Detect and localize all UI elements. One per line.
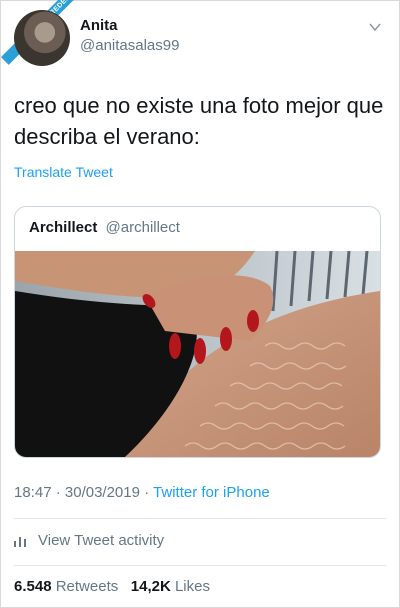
author-avatar[interactable] [14,10,70,66]
view-tweet-activity[interactable]: View Tweet activity [14,532,164,549]
quoted-display-name[interactable]: Archillect [29,219,97,236]
likes-label: Likes [174,578,210,595]
retweets-stat[interactable]: 6.548 Retweets [14,578,118,595]
author-handle[interactable]: @anitasalas99 [80,37,179,54]
quoted-tweet[interactable]: Archillect @archillect [14,206,381,458]
tweet-date[interactable]: 30/03/2019 [65,484,140,501]
view-tweet-activity-label: View Tweet activity [38,532,165,549]
divider [14,565,386,566]
divider [14,518,386,519]
tweet-time[interactable]: 18:47 [14,484,52,501]
tweet-timestamp: 18:47 · 30/03/2019 · Twitter for iPhone [14,484,270,501]
likes-stat[interactable]: 14,2K Likes [131,578,210,595]
retweets-label: Retweets [55,578,119,595]
tweet-stats: 6.548 Retweets 14,2K Likes [14,578,210,595]
tweet-source-link[interactable]: Twitter for iPhone [153,484,270,501]
quoted-handle[interactable]: @archillect [106,219,180,236]
chevron-down-icon[interactable] [368,20,382,34]
quoted-photo[interactable] [15,251,380,457]
tweet-text: creo que no existe una foto mejor que de… [14,93,384,149]
retweets-count: 6.548 [14,578,52,595]
quoted-tweet-header: Archillect @archillect [29,219,180,236]
author-display-name[interactable]: Anita [80,17,118,34]
translate-tweet-link[interactable]: Translate Tweet [14,164,113,180]
bar-chart-icon [14,536,26,547]
likes-count: 14,2K [130,578,171,595]
